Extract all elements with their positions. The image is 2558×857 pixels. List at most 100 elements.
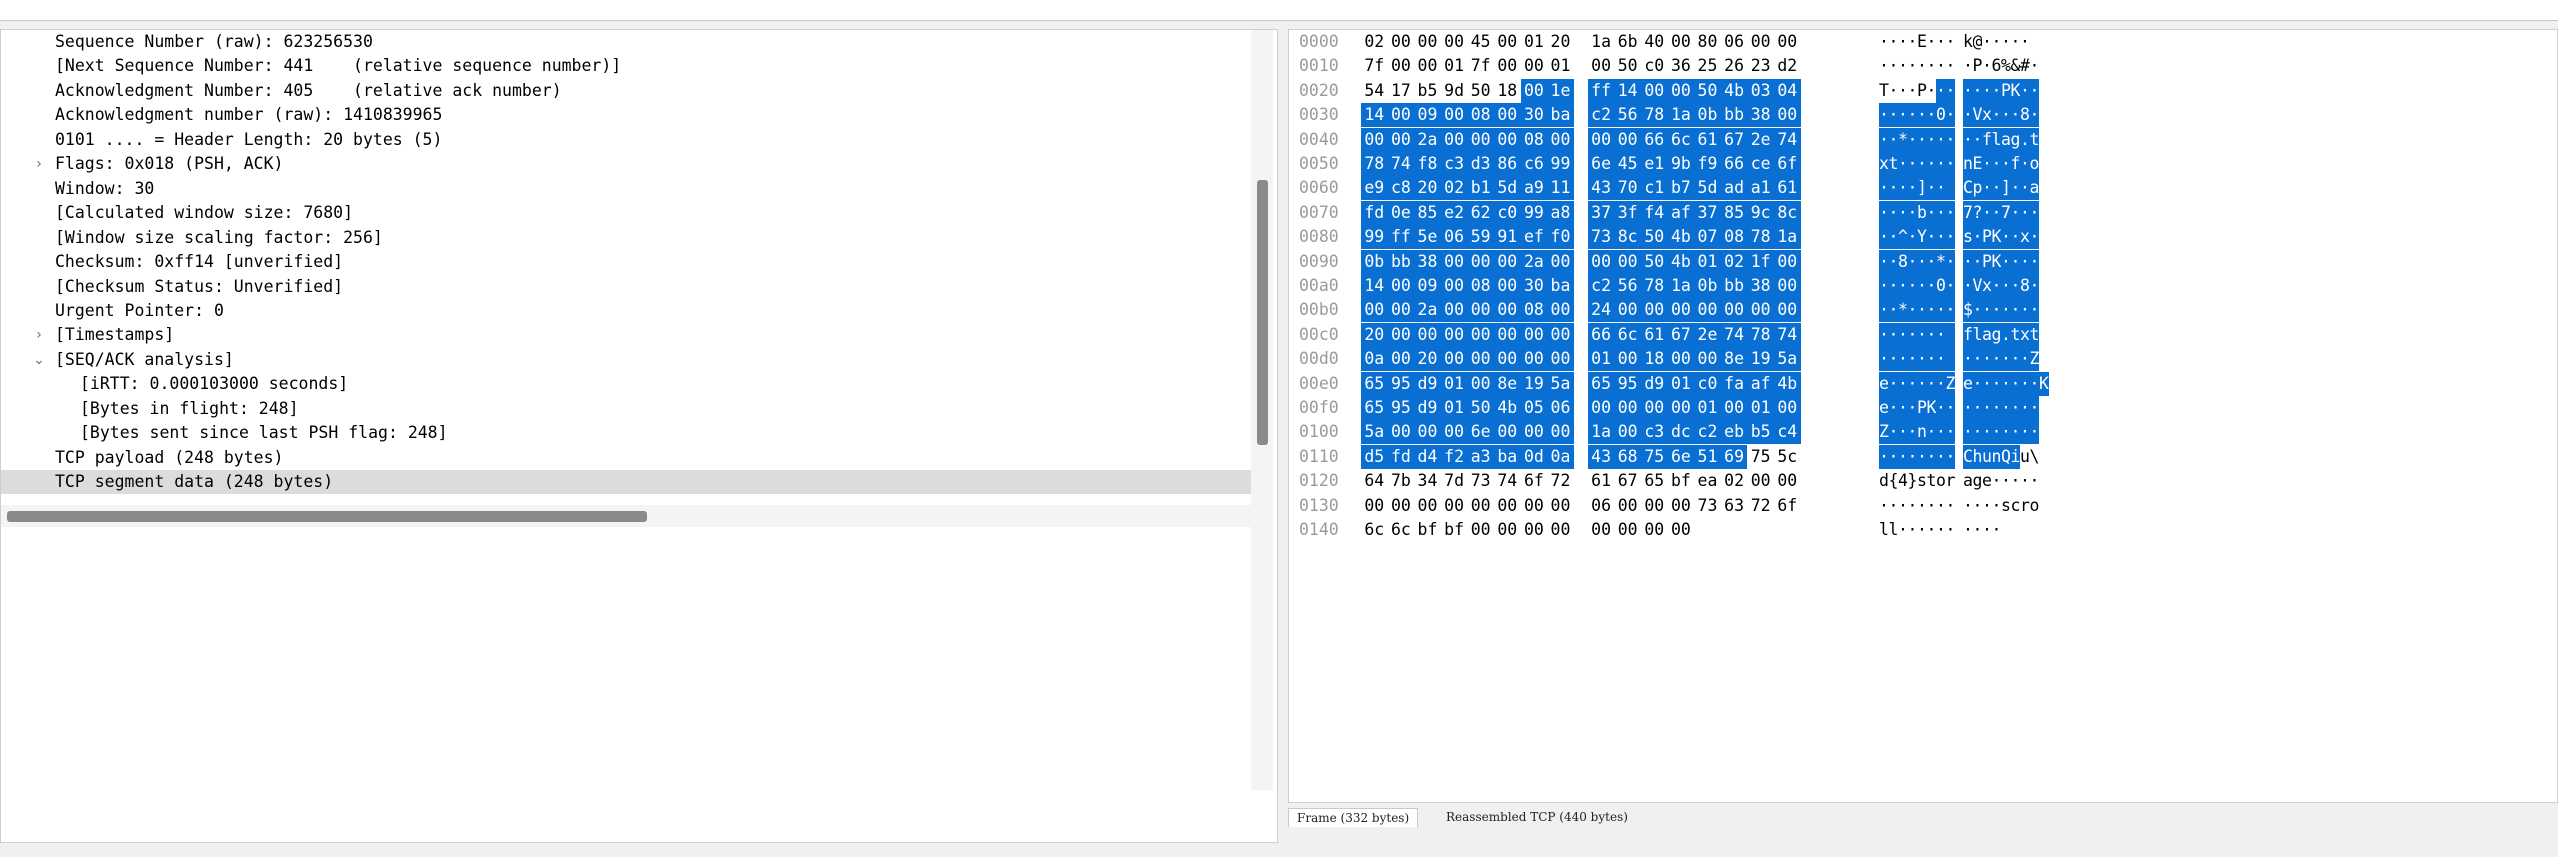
ascii-char[interactable]: Z: [2029, 347, 2039, 372]
ascii-char[interactable]: ·: [1936, 298, 1946, 323]
tab-reassembled-tcp[interactable]: Reassembled TCP (440 bytes): [1438, 808, 1636, 826]
hex-byte[interactable]: 14: [1361, 103, 1388, 128]
hex-byte[interactable]: 00: [1521, 494, 1548, 518]
hex-byte[interactable]: 9b: [1667, 152, 1695, 176]
ascii-char[interactable]: ·: [1992, 518, 2002, 542]
ascii-char[interactable]: ·: [1917, 127, 1927, 152]
ascii-char[interactable]: ·: [1907, 420, 1917, 445]
ascii-char[interactable]: ·: [1926, 420, 1936, 445]
ascii-char[interactable]: ·: [2020, 30, 2030, 54]
ascii-char[interactable]: ·: [1973, 494, 1983, 518]
hex-row[interactable]: 0140 6c 6c bf bf 00 00 00 00 00 00 00 00 l l · · · · · · · · · ·: [1289, 518, 2557, 542]
ascii-char[interactable]: ·: [2020, 249, 2030, 274]
ascii-char[interactable]: K: [2010, 78, 2020, 103]
hex-byte[interactable]: 00: [1747, 298, 1774, 323]
ascii-char[interactable]: ·: [1982, 176, 1992, 201]
ascii-char[interactable]: %: [2001, 54, 2011, 78]
hex-byte[interactable]: 00: [1641, 518, 1668, 542]
ascii-char[interactable]: ·: [1889, 494, 1899, 518]
ascii-char[interactable]: ·: [1927, 54, 1937, 78]
hex-byte[interactable]: 00: [1614, 518, 1641, 542]
ascii-char[interactable]: Y: [1917, 225, 1927, 250]
ascii-char[interactable]: ·: [1936, 420, 1946, 445]
hex-byte[interactable]: 73: [1467, 469, 1494, 493]
hex-byte[interactable]: 02: [1361, 30, 1388, 54]
ascii-char[interactable]: }: [1908, 469, 1918, 493]
ascii-char[interactable]: 8: [2020, 103, 2030, 128]
ascii-char[interactable]: t: [2029, 127, 2039, 152]
ascii-char[interactable]: ·: [1926, 225, 1936, 250]
ascii-char[interactable]: ·: [1927, 518, 1937, 542]
hex-byte[interactable]: 00: [1441, 30, 1468, 54]
hex-byte[interactable]: 30: [1520, 103, 1548, 128]
hex-byte[interactable]: 00: [1467, 249, 1494, 274]
ascii-char[interactable]: P: [1982, 225, 1992, 250]
hex-byte[interactable]: 08: [1467, 103, 1494, 128]
hex-byte[interactable]: 00: [1387, 322, 1415, 347]
ascii-char[interactable]: ·: [2029, 371, 2039, 396]
hex-byte[interactable]: 61: [1588, 469, 1615, 493]
ascii-char[interactable]: ·: [1907, 176, 1917, 201]
hex-byte[interactable]: 6c: [1667, 127, 1695, 152]
hex-byte[interactable]: 78: [1641, 103, 1668, 128]
hex-byte[interactable]: 00: [1521, 54, 1548, 78]
ascii-char[interactable]: P: [1973, 54, 1983, 78]
hex-byte[interactable]: 45: [1467, 30, 1494, 54]
ascii-char[interactable]: o: [1936, 469, 1946, 493]
hex-byte[interactable]: 00: [1467, 494, 1494, 518]
ascii-char[interactable]: ·: [1917, 103, 1927, 128]
ascii-char[interactable]: ·: [1888, 420, 1898, 445]
hex-byte[interactable]: 5d: [1494, 176, 1521, 201]
ascii-char[interactable]: ·: [2010, 249, 2020, 274]
hex-byte[interactable]: c2: [1587, 274, 1615, 298]
hex-byte[interactable]: 01: [1667, 371, 1695, 396]
ascii-char[interactable]: ·: [1991, 420, 2001, 445]
hex-byte[interactable]: 00: [1467, 127, 1494, 152]
hex-byte[interactable]: 5e: [1414, 225, 1441, 250]
hex-byte[interactable]: 00: [1547, 518, 1574, 542]
hex-byte[interactable]: 00: [1520, 78, 1548, 103]
ascii-char[interactable]: ·: [1898, 494, 1908, 518]
ascii-char[interactable]: ·: [1963, 518, 1973, 542]
detail-tree-row[interactable]: Acknowledgment Number: 405 (relative ack…: [1, 79, 1251, 103]
ascii-char[interactable]: ·: [1945, 200, 1955, 225]
ascii-char[interactable]: 8: [1898, 249, 1908, 274]
ascii-char[interactable]: ·: [2029, 200, 2039, 225]
hex-byte[interactable]: 00: [1494, 420, 1521, 445]
hex-byte[interactable]: 61: [1774, 176, 1801, 201]
ascii-char[interactable]: ·: [1898, 371, 1908, 396]
ascii-char[interactable]: ·: [1917, 274, 1927, 298]
hex-row[interactable]: 0120 64 7b 34 7d 73 74 6f 72 61 67 65 bf ea 02 00 00 d{4}…: [1289, 469, 2557, 493]
ascii-char[interactable]: r: [1946, 469, 1956, 493]
hex-byte[interactable]: 01: [1547, 54, 1574, 78]
hex-row[interactable]: 0040 00 00 2a 00 00 00 08 00 00 00 66 6c 61 67 2e 74 · · * ·…: [1289, 127, 2557, 152]
hex-byte[interactable]: 65: [1361, 396, 1388, 420]
hex-byte[interactable]: 00: [1774, 103, 1801, 128]
hex-byte[interactable]: 00: [1747, 469, 1774, 493]
hex-byte[interactable]: 6c: [1361, 518, 1388, 542]
details-vertical-scrollbar[interactable]: [1251, 30, 1273, 790]
hex-byte[interactable]: 00: [1467, 371, 1494, 396]
hex-byte[interactable]: 50: [1467, 79, 1494, 103]
ascii-char[interactable]: ·: [1879, 494, 1889, 518]
ascii-char[interactable]: ·: [1963, 396, 1973, 420]
ascii-char[interactable]: K: [1991, 225, 2001, 250]
hex-byte[interactable]: 70: [1614, 176, 1641, 201]
hex-byte[interactable]: 0d: [1520, 444, 1548, 469]
ascii-char[interactable]: Z: [1879, 420, 1889, 445]
ascii-char[interactable]: ·: [1936, 347, 1946, 372]
hex-byte[interactable]: 7d: [1441, 469, 1468, 493]
hex-byte[interactable]: 01: [1441, 54, 1468, 78]
ascii-char[interactable]: ·: [1917, 371, 1927, 396]
ascii-char[interactable]: [1945, 347, 1955, 372]
ascii-char[interactable]: ·: [1917, 298, 1927, 323]
hex-byte[interactable]: 00: [1467, 322, 1494, 347]
ascii-char[interactable]: 6: [1992, 54, 2002, 78]
ascii-char[interactable]: ·: [1879, 322, 1889, 347]
hex-row[interactable]: 0080 99 ff 5e 06 59 91 ef f0 73 8c 50 4b 07 08 78 1a · · ^ ·…: [1289, 225, 2557, 250]
hex-byte[interactable]: c3: [1641, 420, 1668, 445]
hex-byte[interactable]: 00: [1547, 494, 1574, 518]
hex-byte[interactable]: ea: [1694, 469, 1721, 493]
details-horizontal-scrollbar[interactable]: [1, 505, 1251, 527]
hex-byte[interactable]: 14: [1614, 78, 1641, 103]
